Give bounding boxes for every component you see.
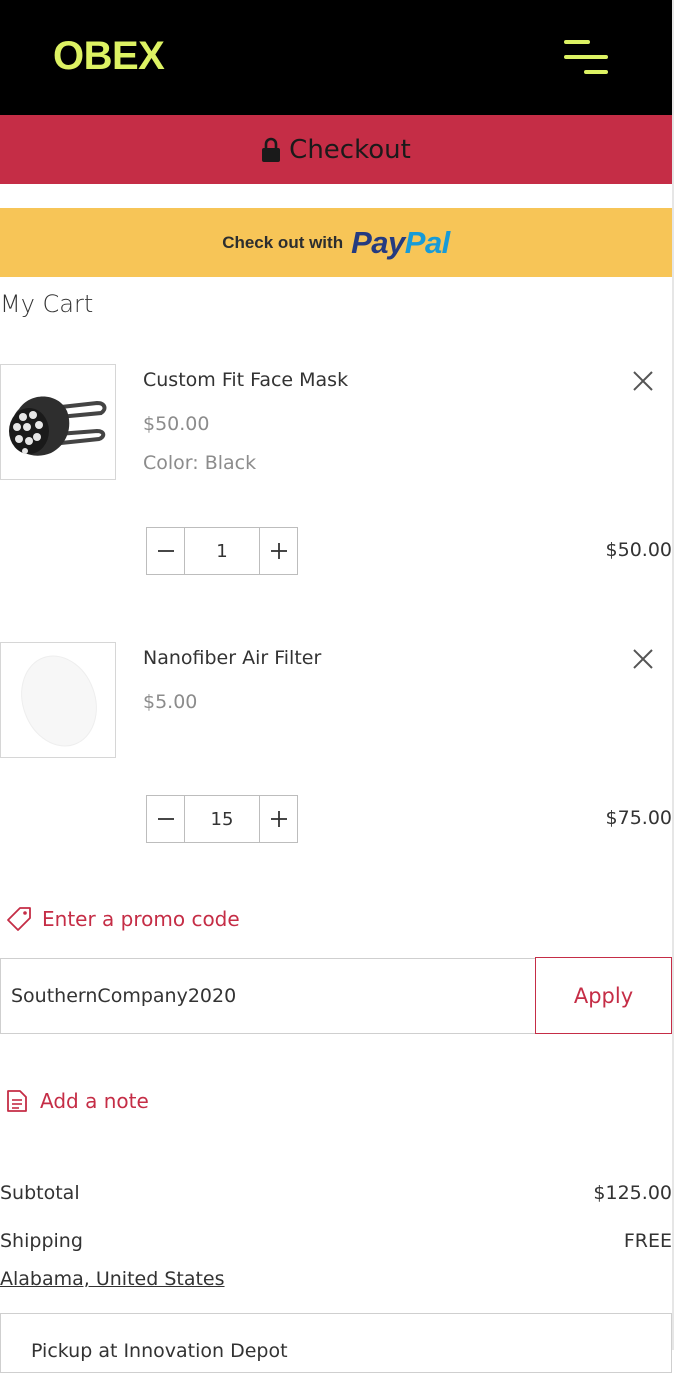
add-note-label: Add a note bbox=[40, 1089, 149, 1113]
promo-code-label: Enter a promo code bbox=[42, 907, 240, 931]
item-color: Color: Black bbox=[143, 452, 257, 474]
cart-title: My Cart bbox=[0, 290, 94, 318]
remove-item-icon[interactable] bbox=[630, 646, 656, 672]
line-total: $75.00 bbox=[605, 807, 672, 829]
product-image-air-filter[interactable] bbox=[0, 642, 116, 758]
quantity-input[interactable]: 15 bbox=[184, 796, 260, 842]
note-icon bbox=[7, 1090, 27, 1112]
tag-icon bbox=[7, 907, 31, 931]
line-total: $50.00 bbox=[605, 539, 672, 561]
shipping-region-link[interactable]: Alabama, United States bbox=[0, 1268, 225, 1290]
subtotal-label: Subtotal bbox=[0, 1182, 80, 1204]
increase-quantity-button[interactable] bbox=[260, 528, 297, 574]
remove-item-icon[interactable] bbox=[630, 368, 656, 394]
pickup-option-select[interactable]: Pickup at Innovation Depot bbox=[0, 1313, 672, 1373]
paypal-logo-pal: Pal bbox=[404, 224, 451, 260]
paypal-logo-pay: Pay bbox=[351, 224, 405, 260]
quantity-stepper: 15 bbox=[146, 795, 298, 843]
shipping-label: Shipping bbox=[0, 1230, 83, 1252]
quantity-stepper: 1 bbox=[146, 527, 298, 575]
lock-icon bbox=[262, 137, 281, 162]
minus-icon bbox=[157, 550, 174, 552]
product-image-face-mask[interactable] bbox=[0, 364, 116, 480]
site-logo[interactable]: OBEX bbox=[53, 34, 165, 79]
paypal-checkout-button[interactable]: Check out with PayPal bbox=[0, 208, 672, 277]
subtotal-value: $125.00 bbox=[593, 1182, 672, 1204]
item-price: $50.00 bbox=[143, 413, 210, 435]
pickup-option-label: Pickup at Innovation Depot bbox=[31, 1340, 288, 1362]
promo-code-link[interactable]: Enter a promo code bbox=[6, 906, 240, 932]
item-price: $5.00 bbox=[143, 691, 198, 713]
checkout-button[interactable]: Checkout bbox=[0, 115, 672, 184]
item-name[interactable]: Custom Fit Face Mask bbox=[143, 369, 348, 391]
checkout-label: Checkout bbox=[289, 134, 411, 165]
apply-promo-button[interactable]: Apply bbox=[535, 957, 672, 1034]
paypal-prefix-text: Check out with bbox=[222, 232, 344, 252]
minus-icon bbox=[157, 818, 174, 820]
quantity-input[interactable]: 1 bbox=[184, 528, 260, 574]
promo-code-input[interactable]: SouthernCompany2020 bbox=[0, 958, 536, 1034]
add-note-link[interactable]: Add a note bbox=[6, 1089, 149, 1113]
increase-quantity-button[interactable] bbox=[260, 796, 297, 842]
plus-icon bbox=[270, 811, 287, 827]
hamburger-menu-icon[interactable] bbox=[562, 38, 610, 78]
item-name[interactable]: Nanofiber Air Filter bbox=[143, 647, 321, 669]
shipping-value: FREE bbox=[623, 1230, 672, 1252]
plus-icon bbox=[270, 543, 287, 559]
decrease-quantity-button[interactable] bbox=[147, 528, 184, 574]
decrease-quantity-button[interactable] bbox=[147, 796, 184, 842]
paypal-logo: PayPal bbox=[351, 225, 450, 261]
